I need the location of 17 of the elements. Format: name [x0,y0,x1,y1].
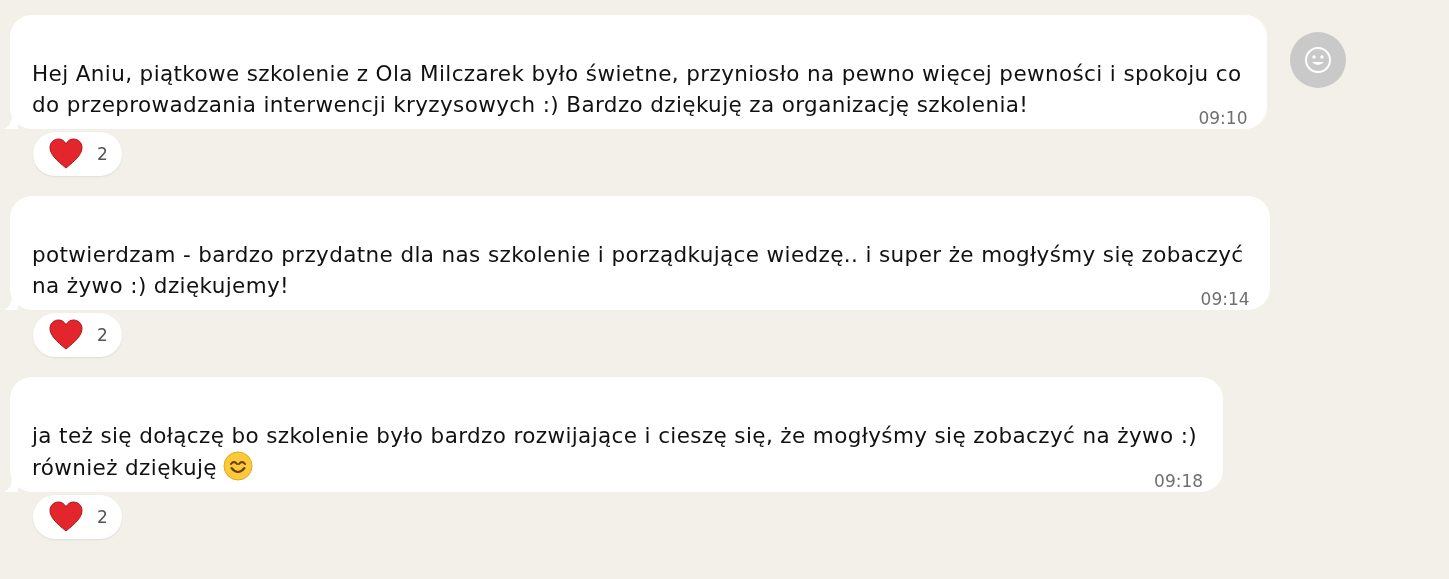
smiley-icon [1303,46,1332,74]
message-line: na żywo :) dziękujemy! [32,272,290,300]
heart-icon [49,501,83,533]
smiling-face-icon [222,451,253,481]
reaction-pill[interactable]: 2 [33,132,122,176]
heart-icon [49,319,83,351]
message-line: do przeprowadzania interwencji kryzysowych :) Bardzo dziękuję za organizację szkolenia! [32,91,1029,119]
message-line: Hej Aniu, piątkowe szkolenie z Ola Milczarek było świetne, przyniosło na pewno więcej pewności i spokoju co [32,60,1242,88]
message-time: 09:14 [1200,289,1250,309]
message-line: potwierdzam - bardzo przydatne dla nas szkolenie i porządkujące wiedzę.. i super że mogłyśmy się zobaczyć [32,241,1244,269]
reaction-pill[interactable]: 2 [33,495,122,539]
message-time: 09:18 [1154,471,1204,491]
reaction-pill[interactable]: 2 [33,313,122,357]
message-time: 09:10 [1198,108,1248,128]
message-line: również dziękuję [32,451,253,483]
heart-icon [49,138,83,170]
message-line: ja też się dołączę bo szkolenie było bardzo rozwijające i cieszę się, że mogłyśmy się zobaczyć na żywo :) [32,422,1198,450]
